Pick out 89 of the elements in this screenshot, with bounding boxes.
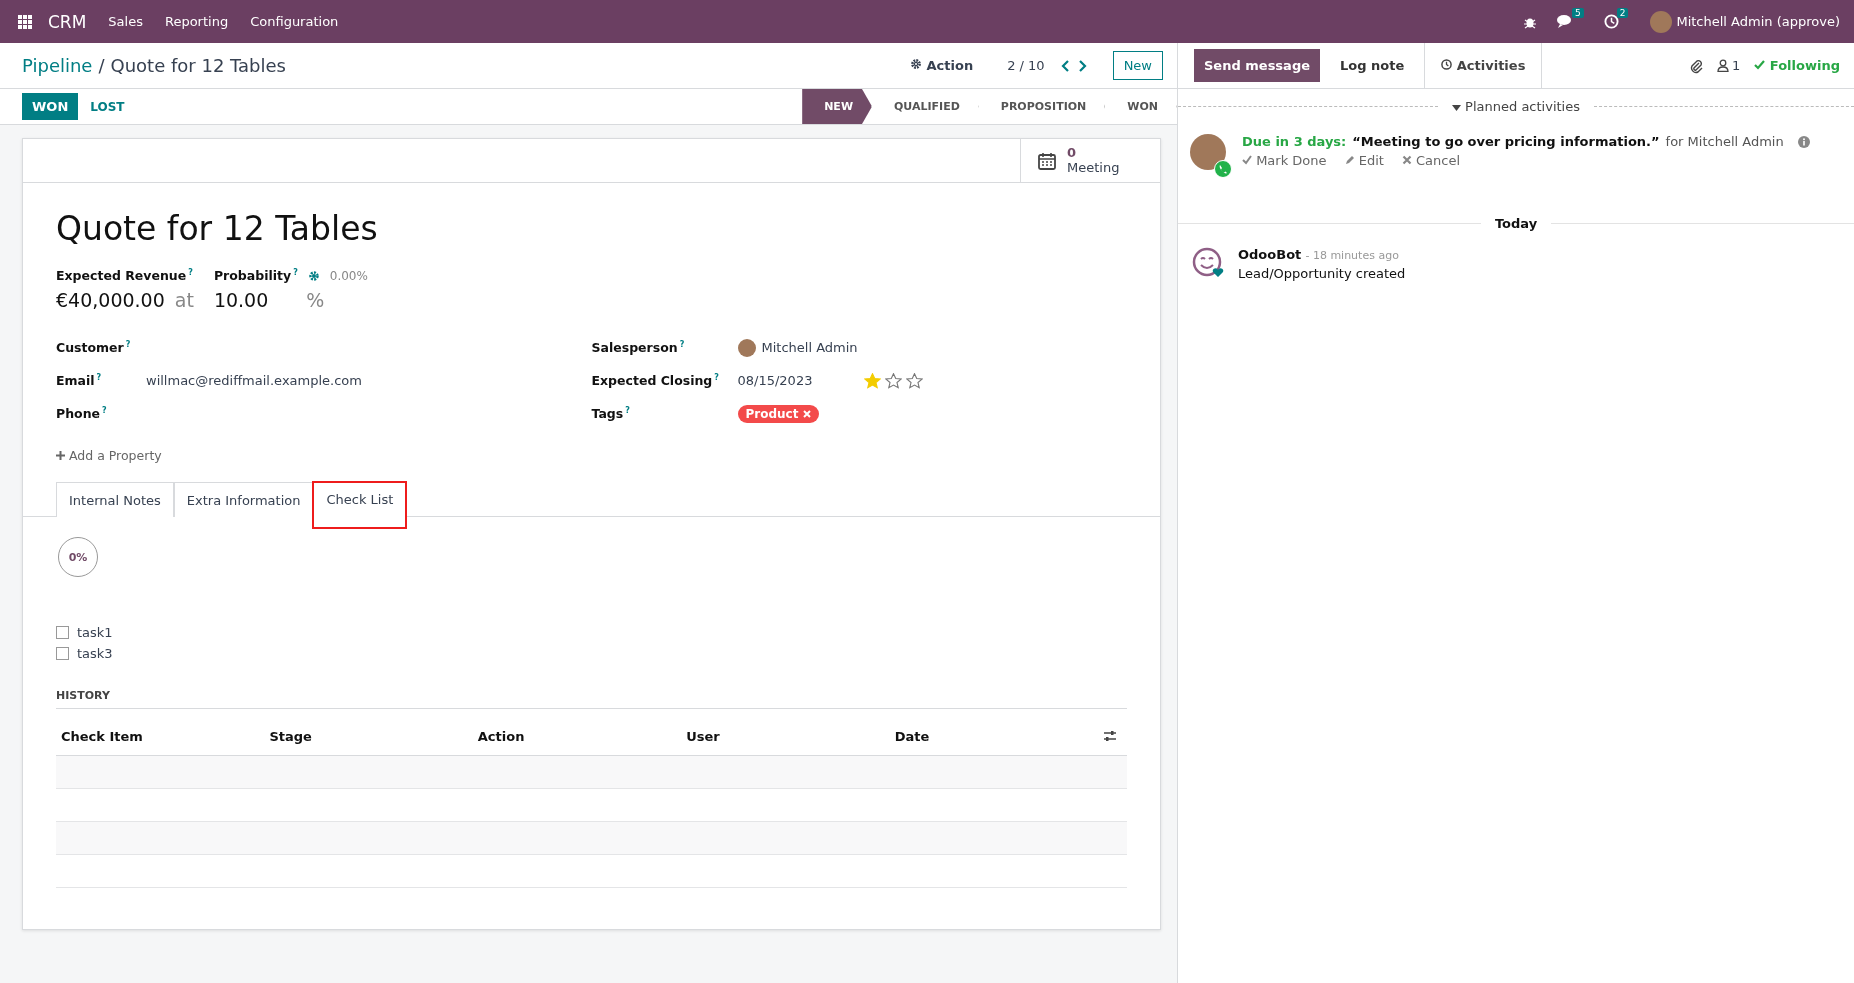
date-divider: Today xyxy=(1493,216,1539,231)
field-label: Customer $^{?}$ xyxy=(56,340,132,356)
activity-action-link[interactable]: Mark Done xyxy=(1242,153,1327,168)
menu-item[interactable]: Configuration xyxy=(250,14,339,29)
followers-button[interactable]: 1 xyxy=(1717,58,1741,73)
percent-sign: % xyxy=(306,289,325,312)
due-label: Due in 3 days: xyxy=(1242,134,1347,149)
at-label: at xyxy=(174,289,194,312)
add-property-button[interactable]: Add a Property xyxy=(56,448,162,464)
activity-assignee: for Mitchell Admin xyxy=(1665,134,1784,149)
message-body: Lead/Opportunity created xyxy=(1238,266,1406,281)
checkbox[interactable] xyxy=(56,626,69,640)
activity-summary: “Meeting to go over pricing information.” xyxy=(1352,134,1660,149)
section-toggle[interactable]: Planned activities xyxy=(1438,99,1594,114)
chat-icon[interactable] xyxy=(1556,14,1574,29)
bot-avatar-icon xyxy=(1192,247,1224,279)
field-label: Expected Closing $^{?}$ xyxy=(591,373,720,389)
new-button[interactable]: New xyxy=(1112,51,1163,80)
check-icon xyxy=(1754,60,1766,70)
send-message-button[interactable]: Send message xyxy=(1194,49,1320,82)
phone-icon xyxy=(1214,160,1232,178)
breadcrumb-link[interactable]: Pipeline xyxy=(22,55,93,76)
next-icon[interactable] xyxy=(1076,58,1089,73)
activity-action-link[interactable]: Edit xyxy=(1344,153,1384,168)
message-author: OdooBot xyxy=(1238,247,1302,262)
status-button[interactable]: WON xyxy=(22,93,79,120)
star-icon[interactable] xyxy=(884,372,902,389)
tag-badge[interactable]: Product xyxy=(737,404,819,423)
field-value[interactable]: 08/15/2023 xyxy=(737,373,858,389)
caret-icon xyxy=(1452,105,1461,111)
field-label: Email $^{?}$ xyxy=(56,373,103,389)
breadcrumb-separator: / xyxy=(98,55,105,76)
person-icon xyxy=(1717,59,1730,72)
user-avatar xyxy=(1190,134,1226,170)
progress-text: 0% xyxy=(68,550,88,564)
checkbox[interactable] xyxy=(56,647,69,661)
revenue-value[interactable]: €40,000.00 xyxy=(56,289,165,312)
probability-value[interactable]: 10.00 xyxy=(213,289,269,312)
field-value[interactable]: Mitchell Admin xyxy=(761,340,858,356)
message-time: - 18 minutes ago xyxy=(1305,249,1399,262)
activity-action-link[interactable]: Cancel xyxy=(1401,153,1461,168)
column-header[interactable]: Action xyxy=(477,728,687,744)
field-value[interactable]: willmac@rediffmail.example.com xyxy=(146,373,362,389)
notification-badge: 5 xyxy=(1571,8,1584,18)
calendar-icon xyxy=(1037,150,1057,171)
field-label: Salesperson $^{?}$ xyxy=(591,340,686,356)
column-header[interactable]: Date xyxy=(894,728,1104,744)
apps-menu-icon[interactable] xyxy=(18,14,32,29)
plus-icon xyxy=(56,451,65,461)
status-button[interactable]: LOST xyxy=(78,93,137,120)
pager-value: 2 / 10 xyxy=(1007,58,1045,73)
paperclip-icon[interactable] xyxy=(1689,57,1704,74)
user-name[interactable]: Mitchell Admin (approve) xyxy=(1676,14,1840,29)
column-header[interactable]: Check Item xyxy=(61,728,270,744)
app-name[interactable]: CRM xyxy=(48,11,87,32)
column-header[interactable]: Stage xyxy=(269,728,478,744)
activities-button[interactable]: Activities xyxy=(1424,43,1543,88)
record-title: Quote for 12 Tables xyxy=(56,209,379,248)
gear-icon xyxy=(910,58,922,70)
check-icon xyxy=(1242,155,1252,165)
field-label: Tags $^{?}$ xyxy=(591,406,631,422)
pencil-icon xyxy=(1344,155,1355,165)
record-title: Quote for 12 Tables xyxy=(110,55,286,76)
clock-icon[interactable] xyxy=(1603,14,1619,29)
meeting-button[interactable]: 0 Meeting xyxy=(1020,139,1160,182)
close-icon xyxy=(1401,155,1412,165)
tab[interactable]: Internal Notes xyxy=(56,482,174,518)
checklist-item: task1 xyxy=(77,625,113,641)
star-icon[interactable] xyxy=(905,372,923,389)
sliders-icon[interactable] xyxy=(1103,730,1118,743)
stage-button[interactable]: NEW xyxy=(802,89,872,124)
checklist-item: task3 xyxy=(77,646,113,662)
menu-item[interactable]: Sales xyxy=(108,14,143,29)
gear-icon[interactable] xyxy=(307,269,320,282)
notification-badge: 2 xyxy=(1616,8,1629,18)
auto-probability: 0.00% xyxy=(329,268,368,283)
column-header[interactable]: User xyxy=(686,728,895,744)
action-button[interactable]: Action xyxy=(904,57,980,74)
info-icon[interactable] xyxy=(1797,135,1810,148)
tab[interactable]: Check List xyxy=(313,482,407,529)
section-heading: HISTORY xyxy=(56,689,1127,710)
field-label: Probability $^{?}$ xyxy=(213,268,298,284)
field-label: Phone $^{?}$ xyxy=(56,406,108,422)
user-avatar xyxy=(737,338,756,357)
log-note-button[interactable]: Log note xyxy=(1334,49,1411,82)
clock-icon xyxy=(1441,59,1453,70)
menu-item[interactable]: Reporting xyxy=(164,14,229,29)
tab[interactable]: Extra Information xyxy=(173,482,314,518)
field-label: Expected Revenue $^{?}$ xyxy=(56,268,194,284)
